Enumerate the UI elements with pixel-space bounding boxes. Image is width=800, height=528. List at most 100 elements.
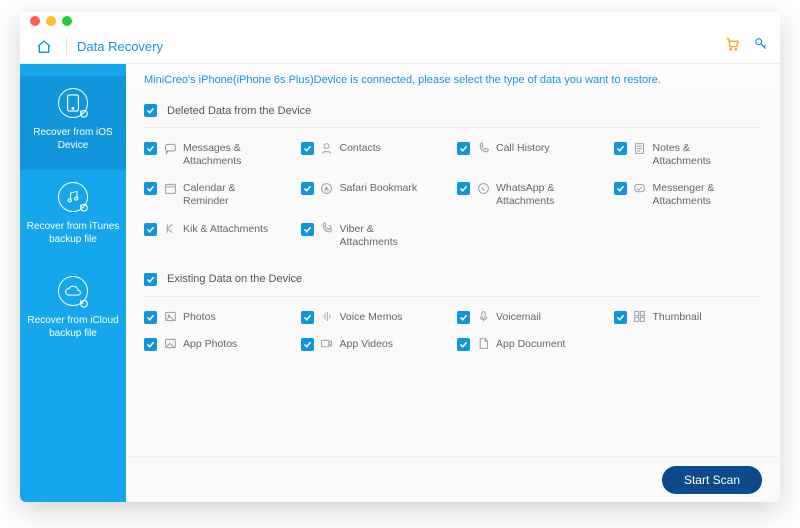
- home-button[interactable]: [32, 35, 56, 59]
- photos-icon: [163, 310, 177, 324]
- icloud-icon: [58, 276, 88, 306]
- viber-icon: [320, 222, 334, 236]
- datatype-option[interactable]: Voicemail: [457, 311, 606, 324]
- messenger-icon: [633, 181, 647, 195]
- start-scan-button[interactable]: Start Scan: [662, 466, 762, 494]
- sidebar-item-itunes[interactable]: Recover from iTunes backup file: [20, 170, 126, 264]
- section-title: Deleted Data from the Device: [167, 105, 311, 117]
- itunes-icon: [58, 182, 88, 212]
- datatype-option[interactable]: Messages & Attachments: [144, 142, 293, 168]
- datatype-option[interactable]: Kik & Attachments: [144, 223, 293, 249]
- datatype-option[interactable]: Call History: [457, 142, 606, 168]
- close-window-button[interactable]: [30, 16, 40, 26]
- option-checkbox[interactable]: [614, 182, 627, 195]
- option-checkbox[interactable]: [457, 311, 470, 324]
- option-label: App Photos: [183, 338, 237, 351]
- option-checkbox[interactable]: [301, 142, 314, 155]
- option-checkbox[interactable]: [144, 311, 157, 324]
- sidebar-item-label: Recover from iCloud backup file: [26, 314, 120, 340]
- option-checkbox[interactable]: [144, 182, 157, 195]
- thumb-icon: [633, 310, 647, 324]
- option-checkbox[interactable]: [301, 311, 314, 324]
- datatype-option[interactable]: Thumbnail: [614, 311, 763, 324]
- option-label: Notes & Attachments: [653, 142, 743, 168]
- datatype-option[interactable]: WhatsApp & Attachments: [457, 182, 606, 208]
- section-checkbox[interactable]: [144, 104, 157, 117]
- option-label: Messenger & Attachments: [653, 182, 743, 208]
- option-label: Safari Bookmark: [340, 182, 418, 195]
- option-label: Viber & Attachments: [340, 223, 430, 249]
- top-nav: Data Recovery: [20, 30, 780, 64]
- option-checkbox[interactable]: [144, 223, 157, 236]
- option-label: Photos: [183, 311, 216, 324]
- option-label: App Document: [496, 338, 565, 351]
- option-label: Call History: [496, 142, 550, 155]
- datatype-option[interactable]: Voice Memos: [301, 311, 450, 324]
- section-checkbox[interactable]: [144, 273, 157, 286]
- key-icon[interactable]: [754, 37, 768, 56]
- option-checkbox[interactable]: [457, 338, 470, 351]
- datatype-option[interactable]: Contacts: [301, 142, 450, 168]
- whatsapp-icon: [476, 181, 490, 195]
- option-label: Voicemail: [496, 311, 541, 324]
- option-checkbox[interactable]: [614, 142, 627, 155]
- section-title: Existing Data on the Device: [167, 273, 302, 285]
- option-checkbox[interactable]: [144, 338, 157, 351]
- calendar-icon: [163, 181, 177, 195]
- option-checkbox[interactable]: [301, 182, 314, 195]
- datatype-option[interactable]: App Photos: [144, 338, 293, 351]
- doc-icon: [476, 337, 490, 351]
- ios-icon: [58, 88, 88, 118]
- app-window: Data Recovery Recover from iOS DeviceRec…: [20, 12, 780, 502]
- phone-icon: [476, 141, 490, 155]
- sidebar-item-icloud[interactable]: Recover from iCloud backup file: [20, 264, 126, 358]
- option-label: WhatsApp & Attachments: [496, 182, 586, 208]
- section-header[interactable]: Existing Data on the Device: [144, 263, 762, 297]
- datatype-option[interactable]: Safari Bookmark: [301, 182, 450, 208]
- section-grid: Photos Voice Memos Voicemail Thumbnail App P…: [144, 297, 762, 365]
- datatype-option[interactable]: Photos: [144, 311, 293, 324]
- option-label: Kik & Attachments: [183, 223, 268, 236]
- option-label: App Videos: [340, 338, 394, 351]
- main-panel: MiniCreo's iPhone(iPhone 6s Plus)Device …: [126, 64, 780, 502]
- option-label: Thumbnail: [653, 311, 702, 324]
- maximize-window-button[interactable]: [62, 16, 72, 26]
- option-checkbox[interactable]: [457, 142, 470, 155]
- datatype-option[interactable]: Calendar & Reminder: [144, 182, 293, 208]
- section-header[interactable]: Deleted Data from the Device: [144, 94, 762, 128]
- option-checkbox[interactable]: [457, 182, 470, 195]
- datatype-option[interactable]: Viber & Attachments: [301, 223, 450, 249]
- option-label: Calendar & Reminder: [183, 182, 273, 208]
- option-checkbox[interactable]: [614, 311, 627, 324]
- video-icon: [320, 337, 334, 351]
- footer-bar: Start Scan: [126, 456, 780, 502]
- nav-divider: [66, 38, 67, 56]
- minimize-window-button[interactable]: [46, 16, 56, 26]
- sidebar-item-ios[interactable]: Recover from iOS Device: [20, 76, 126, 170]
- photos2-icon: [163, 337, 177, 351]
- datatype-option[interactable]: Messenger & Attachments: [614, 182, 763, 208]
- sidebar-item-label: Recover from iTunes backup file: [26, 220, 120, 246]
- option-checkbox[interactable]: [301, 223, 314, 236]
- page-title: Data Recovery: [77, 39, 163, 54]
- data-type-panel: Deleted Data from the Device Messages & A…: [126, 94, 780, 456]
- option-label: Messages & Attachments: [183, 142, 273, 168]
- safari-icon: [320, 181, 334, 195]
- option-label: Voice Memos: [340, 311, 403, 324]
- option-checkbox[interactable]: [301, 338, 314, 351]
- datatype-option[interactable]: Notes & Attachments: [614, 142, 763, 168]
- option-checkbox[interactable]: [144, 142, 157, 155]
- window-controls: [20, 12, 780, 30]
- notes-icon: [633, 141, 647, 155]
- voice-icon: [320, 310, 334, 324]
- cart-icon[interactable]: [724, 36, 740, 57]
- message-icon: [163, 141, 177, 155]
- sidebar-item-label: Recover from iOS Device: [26, 126, 120, 152]
- section-grid: Messages & Attachments Contacts Call Histo…: [144, 128, 762, 263]
- datatype-option[interactable]: App Videos: [301, 338, 450, 351]
- datatype-option[interactable]: App Document: [457, 338, 606, 351]
- sidebar: Recover from iOS Device Recover from iTun…: [20, 64, 126, 502]
- connection-banner: MiniCreo's iPhone(iPhone 6s Plus)Device …: [126, 64, 780, 94]
- contact-icon: [320, 141, 334, 155]
- kik-icon: [163, 222, 177, 236]
